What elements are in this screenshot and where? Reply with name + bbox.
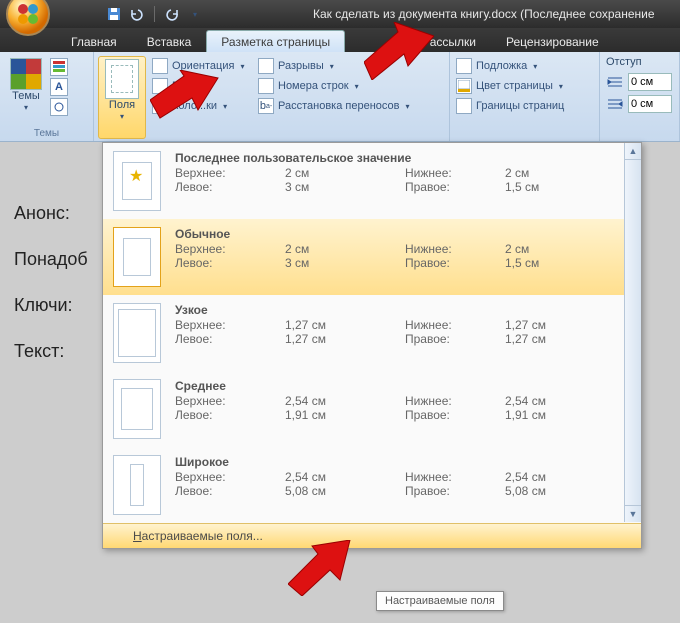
doc-line: Понадоб [14, 236, 88, 282]
doc-line: Анонс: [14, 190, 88, 236]
gallery-item-normal[interactable]: Обычное Верхнее:2 смНижнее:2 см Левое:3 … [103, 219, 641, 295]
page-color-icon [456, 78, 472, 94]
doc-line: Ключи: [14, 282, 88, 328]
themes-button[interactable]: Темы ▾ [6, 58, 46, 116]
star-icon: ★ [129, 166, 143, 186]
qat-separator [154, 6, 155, 22]
margins-label: Поля [109, 99, 135, 111]
hyphenation-icon: ba- [258, 98, 274, 114]
custom-margins-button[interactable]: Настраиваемые поля... [103, 523, 641, 548]
margin-preset-icon [113, 227, 161, 287]
qat-customize-icon[interactable]: ▾ [187, 7, 203, 23]
window-title: Как сделать из документа книгу.docx (Пос… [313, 7, 655, 21]
ribbon: Темы ▾ A Темы Поля ▾ Ориентация▾ Р...ер▾… [0, 52, 680, 142]
themes-icon [10, 58, 42, 90]
margin-preset-icon: ★ [113, 151, 161, 211]
tab-page-layout[interactable]: Разметка страницы [206, 30, 345, 52]
scroll-up-icon[interactable]: ▲ [625, 143, 641, 160]
ribbon-tabs: Главная Вставка Разметка страницы ......… [0, 28, 680, 52]
tab-home[interactable]: Главная [56, 30, 132, 52]
line-numbers-icon [258, 78, 274, 94]
indent-right-input[interactable] [628, 95, 672, 113]
tooltip: Настраиваемые поля [376, 591, 504, 611]
theme-colors-button[interactable] [50, 58, 68, 76]
tab-insert[interactable]: Вставка [132, 30, 207, 52]
margins-icon [105, 59, 139, 99]
group-page-background: Подложка▾ Цвет страницы▾ Границы страниц [450, 52, 600, 141]
hyphenation-button[interactable]: ba-Расстановка переносов▾ [258, 98, 410, 114]
preset-title: Среднее [175, 379, 631, 393]
watermark-button[interactable]: Подложка▾ [456, 58, 593, 74]
gallery-item-narrow[interactable]: Узкое Верхнее:1,27 смНижнее:1,27 см Лево… [103, 295, 641, 371]
indent-left-row [606, 73, 673, 91]
watermark-icon [456, 58, 472, 74]
gallery-item-wide[interactable]: Широкое Верхнее:2,54 смНижнее:2,54 см Ле… [103, 447, 641, 523]
preset-title: Обычное [175, 227, 631, 241]
theme-effects-button[interactable] [50, 98, 68, 116]
margins-button[interactable]: Поля ▾ [98, 56, 146, 139]
undo-icon[interactable] [128, 6, 144, 22]
annotation-arrow-1 [364, 22, 434, 80]
indent-right-icon [606, 97, 624, 111]
chevron-down-icon: ▾ [120, 112, 124, 121]
indent-right-row [606, 95, 673, 113]
annotation-arrow-2 [150, 70, 220, 122]
scroll-down-icon[interactable]: ▼ [625, 505, 641, 522]
office-logo-icon [16, 2, 40, 26]
chevron-down-icon: ▾ [24, 103, 28, 112]
theme-mini-buttons: A [50, 58, 68, 116]
chevron-down-icon: ▾ [223, 102, 227, 111]
gallery-item-medium[interactable]: Среднее Верхнее:2,54 смНижнее:2,54 см Ле… [103, 371, 641, 447]
theme-fonts-button[interactable]: A [50, 78, 68, 96]
page-borders-icon [456, 98, 472, 114]
group-paragraph: Отступ [600, 52, 680, 141]
page-borders-button[interactable]: Границы страниц [456, 98, 593, 114]
indent-label: Отступ [606, 56, 673, 68]
annotation-arrow-3 [288, 540, 352, 596]
gallery-item-last-custom[interactable]: ★ Последнее пользовательское значение Ве… [103, 143, 641, 219]
line-numbers-button[interactable]: Номера строк▾ [258, 78, 410, 94]
margin-preset-icon [113, 455, 161, 515]
tab-review[interactable]: Рецензирование [491, 30, 614, 52]
chevron-down-icon: ▾ [240, 62, 244, 71]
page-color-button[interactable]: Цвет страницы▾ [456, 78, 593, 94]
chevron-down-icon: ▾ [559, 82, 563, 91]
quick-access-toolbar: ▾ [106, 6, 203, 23]
chevron-down-icon: ▾ [533, 62, 537, 71]
indent-left-input[interactable] [628, 73, 672, 91]
chevron-down-icon: ▾ [405, 102, 409, 111]
redo-icon[interactable] [165, 6, 181, 22]
margins-gallery: ▲ ▼ ★ Последнее пользовательское значени… [102, 142, 642, 549]
doc-line: Текст: [14, 328, 88, 374]
group-themes: Темы ▾ A Темы [0, 52, 94, 141]
preset-title: Широкое [175, 455, 631, 469]
preset-title: Узкое [175, 303, 631, 317]
gallery-scrollbar[interactable]: ▲ ▼ [624, 143, 641, 522]
preset-title: Последнее пользовательское значение [175, 151, 631, 165]
themes-label: Темы [12, 90, 40, 102]
group-label-themes: Темы [0, 128, 93, 139]
indent-left-icon [606, 75, 624, 89]
breaks-icon [258, 58, 274, 74]
custom-margins-label: астраиваемые поля... [142, 529, 263, 543]
margin-preset-icon [113, 379, 161, 439]
custom-margins-accel: Н [133, 529, 142, 543]
titlebar: ▾ Как сделать из документа книгу.docx (П… [0, 0, 680, 28]
chevron-down-icon: ▾ [355, 82, 359, 91]
chevron-down-icon: ▾ [330, 62, 334, 71]
save-icon[interactable] [106, 6, 122, 22]
margin-preset-icon [113, 303, 161, 363]
document-body: Анонс: Понадоб Ключи: Текст: [14, 190, 88, 374]
